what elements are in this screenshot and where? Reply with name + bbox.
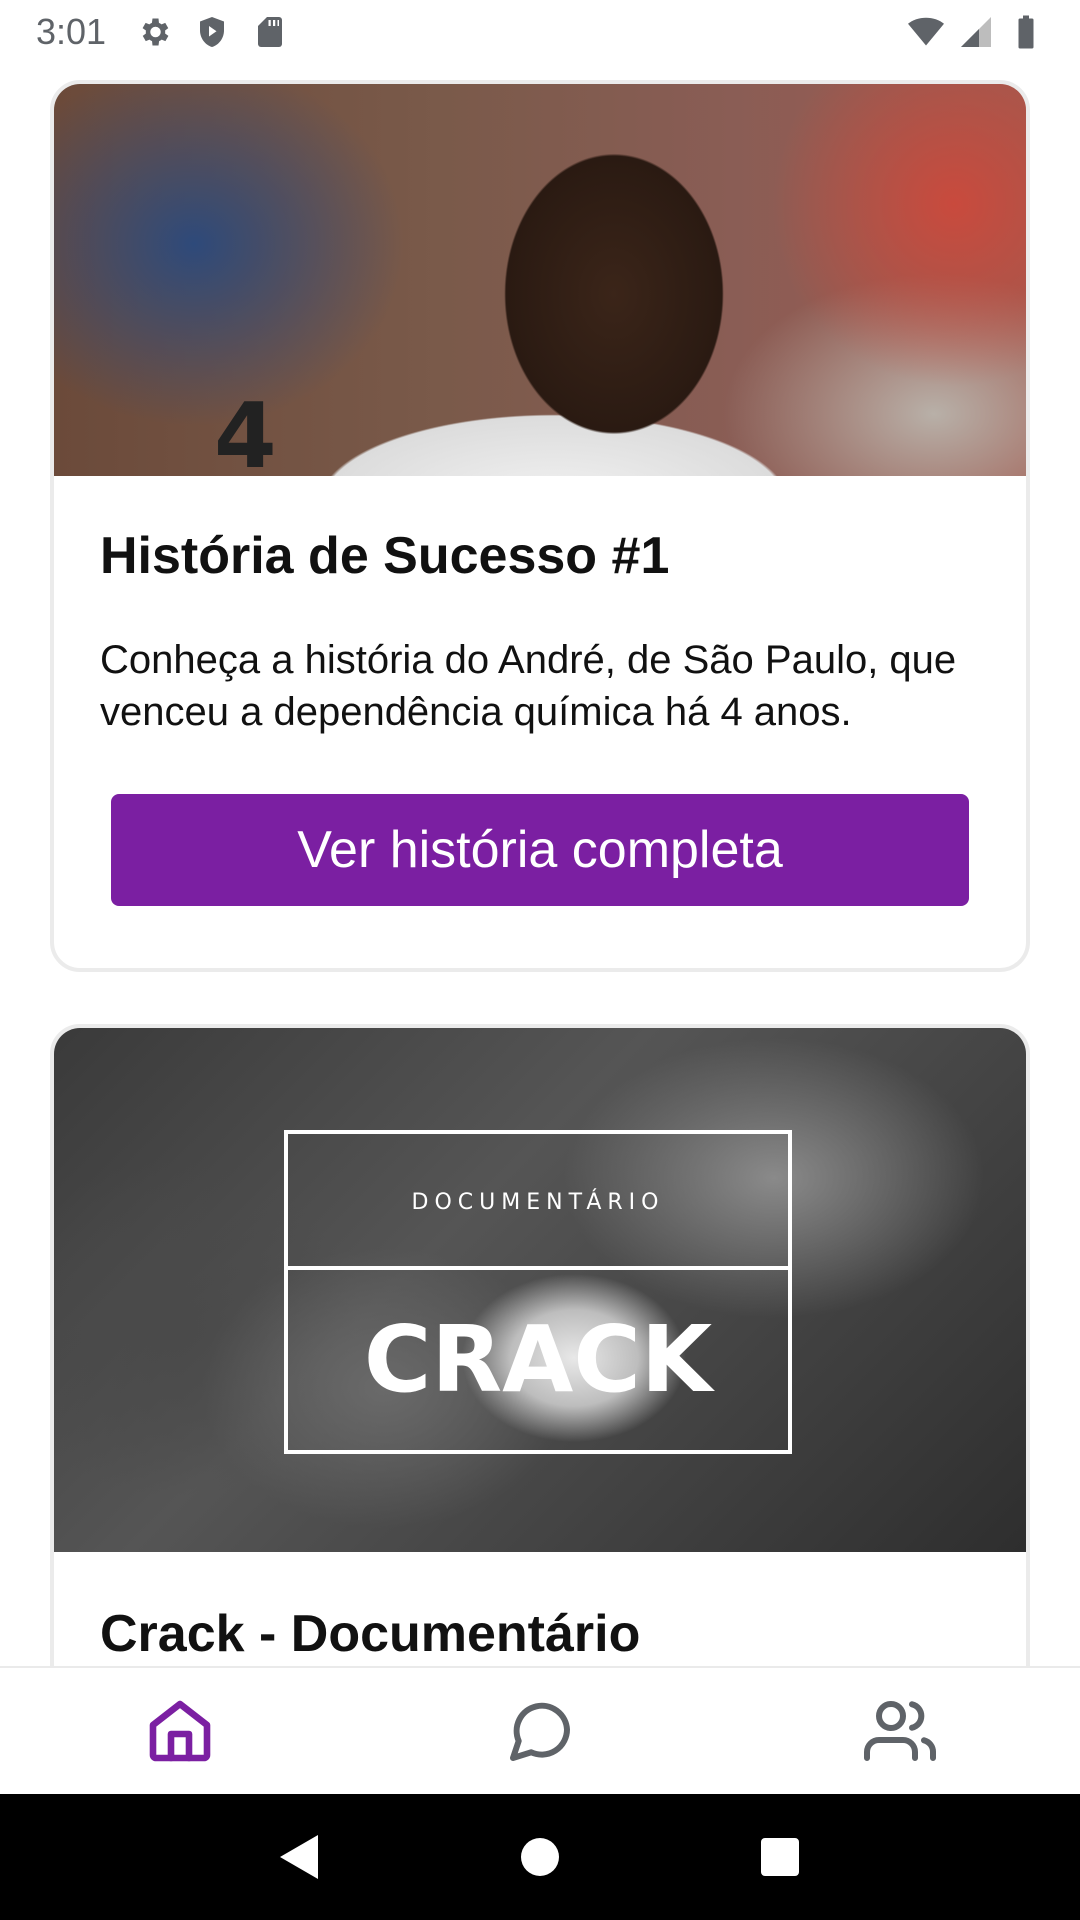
back-triangle-icon [280, 1835, 318, 1879]
documentary-card[interactable]: DOCUMENTÁRIO CRACK Crack - Documentário [50, 1024, 1030, 1666]
documentary-card-image: DOCUMENTÁRIO CRACK [54, 1028, 1026, 1552]
status-time: 3:01 [36, 11, 107, 52]
documentary-card-body: Crack - Documentário [54, 1604, 1026, 1664]
chat-icon [510, 1702, 570, 1761]
view-full-story-button[interactable]: Ver história completa [111, 794, 969, 906]
athlete-photo: 4 [54, 84, 1026, 476]
gear-icon [142, 18, 169, 46]
back-button[interactable] [276, 1833, 324, 1881]
bottom-navigation [0, 1666, 1080, 1794]
users-icon [864, 1701, 936, 1761]
home-icon [149, 1700, 211, 1762]
wifi-icon [908, 17, 944, 46]
card-description: Conheça a história do André, de São Paul… [100, 638, 957, 734]
signal-icon [961, 17, 991, 47]
documentary-title-frame: DOCUMENTÁRIO CRACK [284, 1130, 792, 1454]
recents-square-icon [761, 1838, 799, 1876]
documentary-kicker: DOCUMENTÁRIO [411, 1190, 665, 1215]
status-bar: 3:01 [0, 0, 1080, 64]
card-title: Crack - Documentário [100, 1605, 641, 1663]
recents-button[interactable] [756, 1833, 804, 1881]
sd-card-icon [258, 17, 283, 47]
story-card[interactable]: 4 História de Sucesso #1 Conheça a histó… [50, 80, 1030, 972]
nav-item-chat[interactable] [360, 1668, 720, 1794]
shield-play-icon [200, 17, 225, 47]
status-icons-left [136, 14, 288, 50]
battery-icon [1018, 15, 1034, 49]
card-title: História de Sucesso #1 [100, 527, 670, 585]
system-navigation-bar [0, 1794, 1080, 1920]
nav-item-home[interactable] [0, 1668, 360, 1794]
status-icons-right [908, 14, 1044, 50]
home-circle-icon [521, 1838, 559, 1876]
feed-list[interactable]: 4 História de Sucesso #1 Conheça a histó… [0, 64, 1080, 1666]
story-card-body: História de Sucesso #1 Conheça a históri… [54, 526, 1026, 906]
jersey-number-graphic: 4 [214, 384, 277, 476]
nav-item-community[interactable] [720, 1668, 1080, 1794]
frame-divider [288, 1266, 788, 1270]
story-card-image: 4 [54, 84, 1026, 476]
home-button[interactable] [516, 1833, 564, 1881]
documentary-image-title: CRACK [363, 1306, 713, 1413]
